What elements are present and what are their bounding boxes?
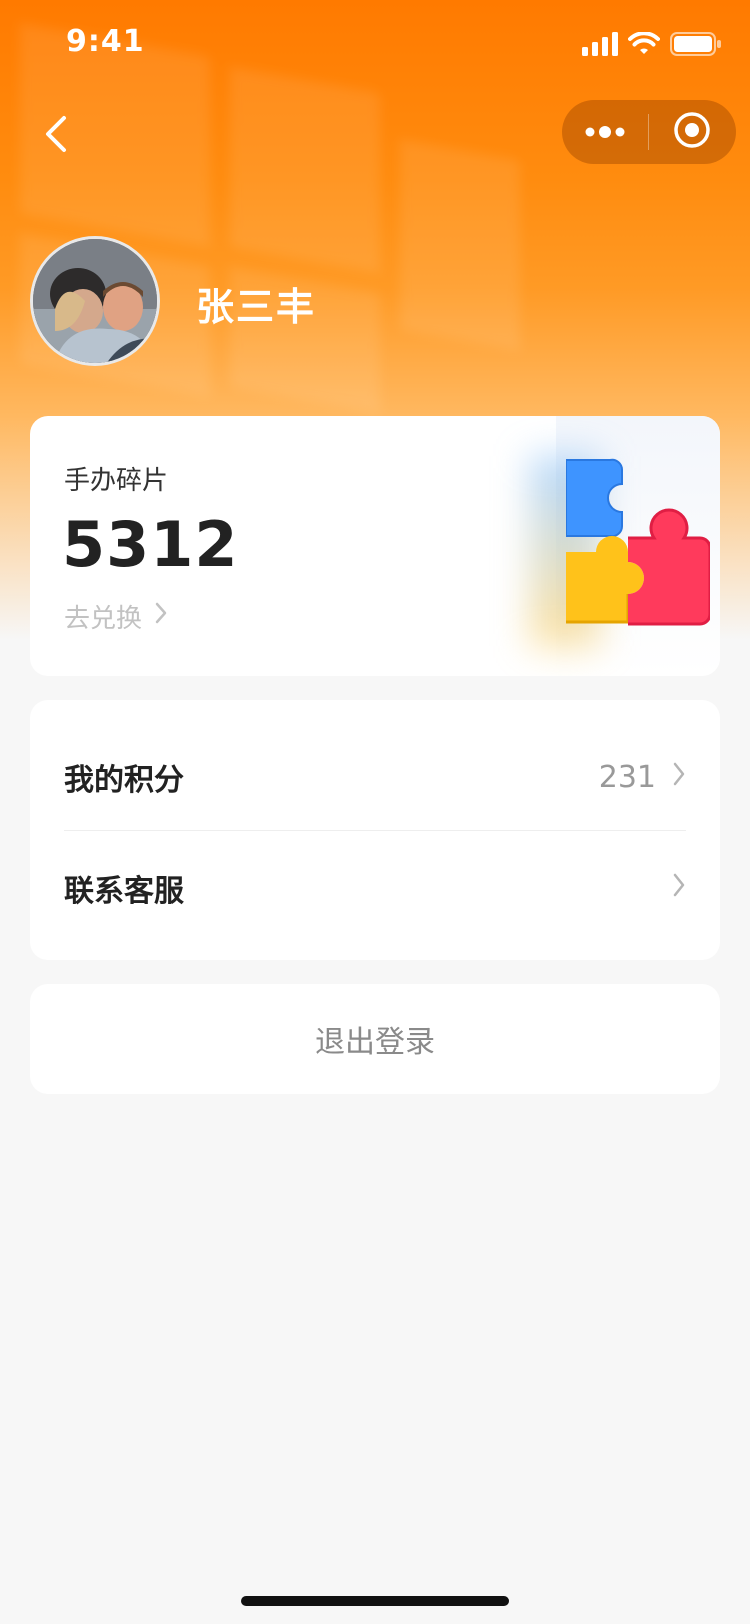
chevron-right-icon bbox=[672, 871, 686, 906]
more-button[interactable] bbox=[562, 100, 648, 164]
chevron-right-icon bbox=[672, 760, 686, 795]
avatar-photo bbox=[33, 239, 157, 363]
fragments-count: 5312 bbox=[62, 508, 239, 581]
close-miniprogram-button[interactable] bbox=[649, 100, 735, 164]
battery-icon bbox=[670, 32, 722, 60]
menu-card: 我的积分 231 联系客服 bbox=[30, 700, 720, 960]
target-circle-icon bbox=[672, 110, 712, 154]
fragments-card: 手办碎片 5312 去兑换 bbox=[30, 416, 720, 676]
more-dots-icon bbox=[585, 123, 625, 142]
wifi-icon bbox=[628, 31, 660, 60]
profile-screen: 9:41 张三丰 手办碎片 5312 去兑换 我的积分 231 联系客服 退出登… bbox=[0, 0, 750, 1624]
chevron-left-icon bbox=[42, 114, 70, 158]
menu-item-customer-service[interactable]: 联系客服 bbox=[64, 833, 686, 943]
points-value: 231 bbox=[598, 759, 656, 795]
signal-icon bbox=[582, 32, 618, 60]
status-icons bbox=[582, 31, 722, 60]
status-time: 9:41 bbox=[66, 24, 145, 59]
menu-item-right: 231 bbox=[599, 760, 686, 795]
redeem-link-label: 去兑换 bbox=[64, 604, 143, 634]
logout-button[interactable]: 退出登录 bbox=[30, 984, 720, 1094]
status-bar: 9:41 bbox=[0, 0, 750, 88]
fragments-title: 手办碎片 bbox=[64, 466, 169, 496]
logout-label: 退出登录 bbox=[315, 1025, 435, 1060]
menu-item-label: 联系客服 bbox=[64, 874, 184, 909]
menu-item-right bbox=[672, 871, 686, 906]
menu-item-points[interactable]: 我的积分 231 bbox=[64, 722, 686, 832]
miniprogram-capsule bbox=[562, 100, 736, 164]
puzzle-pieces-illustration bbox=[565, 454, 712, 638]
back-button[interactable] bbox=[24, 104, 88, 168]
redeem-link[interactable]: 去兑换 bbox=[64, 598, 168, 635]
home-indicator[interactable] bbox=[241, 1596, 509, 1606]
avatar[interactable] bbox=[30, 236, 160, 366]
menu-divider bbox=[64, 830, 686, 831]
chevron-right-icon bbox=[154, 601, 168, 632]
username: 张三丰 bbox=[196, 285, 317, 329]
menu-item-label: 我的积分 bbox=[64, 763, 184, 798]
